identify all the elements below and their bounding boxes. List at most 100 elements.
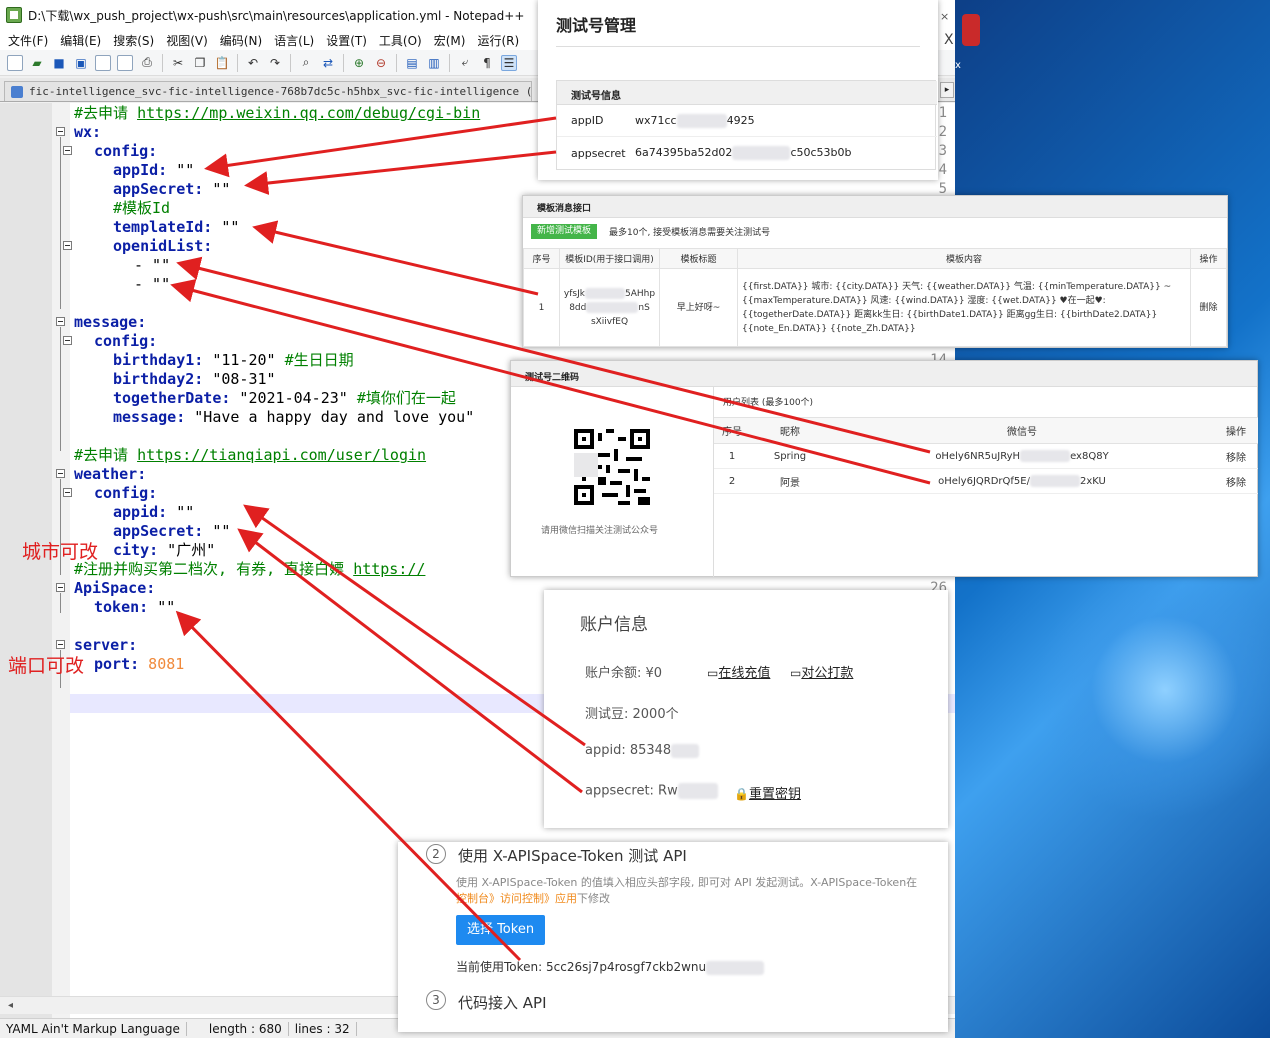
code-key: message: xyxy=(113,408,186,426)
show-all-chars-icon[interactable]: ¶ xyxy=(479,55,495,71)
appid-row: appID wx71cc 4925 xyxy=(557,105,937,137)
word-wrap-icon[interactable]: ⤶ xyxy=(457,55,473,71)
table-header: 操作 xyxy=(1190,248,1227,269)
code-value: - "" xyxy=(134,275,171,293)
code-value: "" xyxy=(148,598,176,616)
redacted-blur xyxy=(732,146,791,160)
row-index: 1 xyxy=(714,443,750,469)
close-all-icon[interactable] xyxy=(117,54,133,71)
row-index: 1 xyxy=(523,268,560,347)
menu-run[interactable]: 运行(R) xyxy=(477,32,519,49)
zoom-in-icon[interactable]: ⊕ xyxy=(351,55,367,71)
code-key: appId: xyxy=(113,161,168,179)
new-file-icon[interactable] xyxy=(7,54,23,71)
code-key: port: xyxy=(94,655,140,673)
code-key: appSecret: xyxy=(113,522,204,540)
redacted-blur xyxy=(677,783,718,799)
user-wxid: oHely6NR5uJRyH ex8Q8Y xyxy=(830,443,1214,469)
delete-template-link[interactable]: 删除 xyxy=(1190,268,1227,347)
balance-label: 账户余额: ¥0 xyxy=(585,666,663,681)
menu-search[interactable]: 搜索(S) xyxy=(113,32,154,49)
file-icon xyxy=(11,85,23,98)
notepad-app-icon xyxy=(6,7,22,23)
template-content: {{first.DATA}} 城市: {{city.DATA}} 天气: {{w… xyxy=(737,268,1191,347)
tab-scroll-right-icon[interactable]: ▸ xyxy=(940,82,954,98)
menu-edit[interactable]: 编辑(E) xyxy=(60,32,101,49)
panel-title: 账户信息 xyxy=(580,615,648,635)
code-url-link[interactable]: https://tianqiapi.com/user/login xyxy=(137,446,426,464)
panel-close-button[interactable]: X xyxy=(944,32,954,48)
menu-file[interactable]: 文件(F) xyxy=(8,32,48,49)
transfer-link[interactable]: ▭对公打款 xyxy=(790,662,853,681)
fold-toggle-icon[interactable] xyxy=(56,317,65,326)
fold-toggle-icon[interactable] xyxy=(63,146,72,155)
code-key: token: xyxy=(94,598,149,616)
table-header: 操作 xyxy=(1214,417,1258,444)
code-value: "08-31" xyxy=(203,370,276,388)
print-icon[interactable]: ⎙ xyxy=(139,55,155,71)
remove-user-link[interactable]: 移除 xyxy=(1214,468,1258,494)
fold-toggle-icon[interactable] xyxy=(56,469,65,478)
code-comment: #填你们在一起 xyxy=(356,389,456,407)
remove-user-link[interactable]: 移除 xyxy=(1214,443,1258,469)
table-row: 1 yfsJk 5AHhp 8dd nS sXiivfEQ 早上好呀~ {{firs… xyxy=(523,268,1227,347)
save-icon[interactable]: ■ xyxy=(51,55,67,71)
redacted-blur xyxy=(1029,475,1080,487)
copy-icon[interactable]: ❐ xyxy=(192,55,208,71)
fold-toggle-icon[interactable] xyxy=(63,488,72,497)
code-value: "" xyxy=(203,522,231,540)
redo-icon[interactable]: ↷ xyxy=(267,55,283,71)
open-folder-icon[interactable]: ▰ xyxy=(29,55,45,71)
console-link[interactable]: 控制台》访问控制》应用 xyxy=(456,892,577,905)
bank-icon: ▭ xyxy=(790,666,802,680)
code-key: weather: xyxy=(74,465,147,483)
find-icon[interactable]: ⌕ xyxy=(298,55,314,71)
close-file-icon[interactable] xyxy=(95,54,111,71)
annotation-port-editable: 端口可改 xyxy=(8,655,85,677)
cut-icon[interactable]: ✂ xyxy=(170,55,186,71)
sync-vertical-icon[interactable]: ▤ xyxy=(404,55,420,71)
indent-guide-icon[interactable]: ☰ xyxy=(501,54,517,71)
fold-toggle-icon[interactable] xyxy=(56,583,65,592)
code-key: birthday1: xyxy=(113,351,204,369)
replace-icon[interactable]: ⇄ xyxy=(320,55,336,71)
select-token-button[interactable]: 选择 Token xyxy=(456,915,545,945)
menu-view[interactable]: 视图(V) xyxy=(166,32,208,49)
zoom-out-icon[interactable]: ⊖ xyxy=(373,55,389,71)
window-close-button[interactable]: × xyxy=(940,10,949,23)
toolbar-separator xyxy=(449,53,450,72)
redacted-blur xyxy=(1020,450,1071,462)
desktop-app-icon[interactable] xyxy=(962,14,980,46)
file-tab[interactable]: fic-intelligence_svc-fic-intelligence-76… xyxy=(4,81,532,101)
fold-toggle-icon[interactable] xyxy=(56,127,65,136)
menu-language[interactable]: 语言(L) xyxy=(274,32,314,49)
fold-toggle-icon[interactable] xyxy=(63,241,72,250)
code-key: message: xyxy=(74,313,147,331)
add-template-button[interactable]: 新增测试模板 xyxy=(531,224,598,239)
template-table: 序号 模板ID(用于接口调用) 模板标题 模板内容 操作 1 yfsJk 5AHh… xyxy=(523,248,1227,347)
section-header: 模板消息接口 xyxy=(523,196,1227,218)
menu-tools[interactable]: 工具(O) xyxy=(379,32,422,49)
menu-encoding[interactable]: 编码(N) xyxy=(220,32,262,49)
reset-secret-link[interactable]: 🔒重置密钥 xyxy=(734,783,801,802)
menu-settings[interactable]: 设置(T) xyxy=(326,32,367,49)
code-value: "广州" xyxy=(158,541,216,559)
fold-line xyxy=(60,137,61,309)
paste-icon[interactable]: 📋 xyxy=(214,55,230,71)
code-value: "" xyxy=(167,503,195,521)
recharge-link[interactable]: ▭在线充值 xyxy=(707,662,770,681)
desktop-app-label: x xyxy=(955,60,961,71)
code-comment: #去申请 xyxy=(74,446,138,464)
menu-macro[interactable]: 宏(M) xyxy=(434,32,466,49)
save-all-icon[interactable]: ▣ xyxy=(73,55,89,71)
sync-horizontal-icon[interactable]: ▥ xyxy=(426,55,442,71)
code-value: - "" xyxy=(134,256,171,274)
fold-toggle-icon[interactable] xyxy=(56,640,65,649)
undo-icon[interactable]: ↶ xyxy=(245,55,261,71)
table-row: 1 Spring oHely6NR5uJRyH ex8Q8Y 移除 xyxy=(714,443,1258,469)
fold-toggle-icon[interactable] xyxy=(63,336,72,345)
redacted-blur xyxy=(706,960,765,975)
code-url-link[interactable]: https:// xyxy=(353,560,425,578)
tab-label: fic-intelligence_svc-fic-intelligence-76… xyxy=(29,85,532,98)
code-url-link[interactable]: https://mp.weixin.qq.com/debug/cgi-bin xyxy=(137,104,480,122)
